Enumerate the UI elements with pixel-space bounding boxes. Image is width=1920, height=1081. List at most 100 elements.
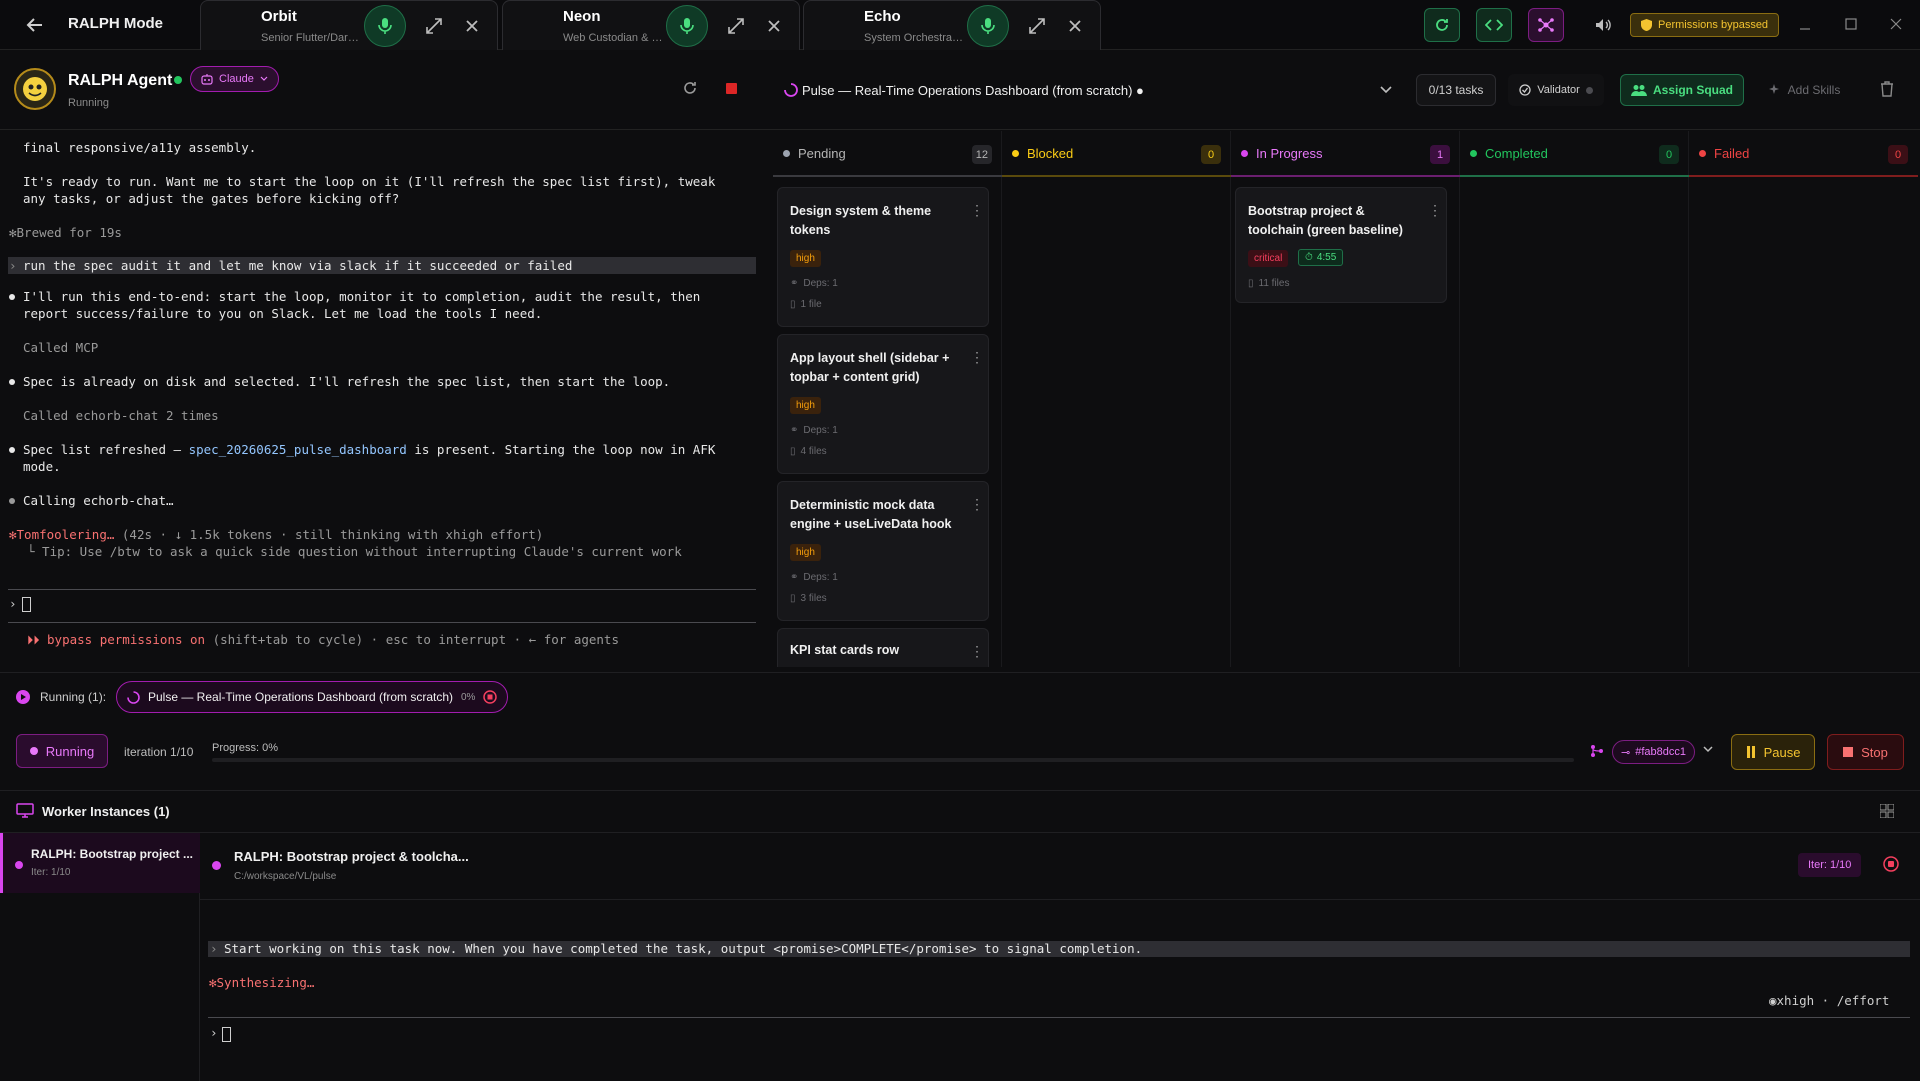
worker-prompt: Start working on this task now. When you… xyxy=(224,941,1143,956)
terminal-line: report success/failure to you on Slack. … xyxy=(23,306,543,321)
chevron-down-icon xyxy=(260,76,268,82)
more-options-icon[interactable]: ⋮ xyxy=(970,350,984,364)
agent-tab-name: Echo xyxy=(864,8,901,25)
task-card[interactable]: Bootstrap project & toolchain (green bas… xyxy=(1235,187,1447,303)
running-status-button[interactable]: Running xyxy=(16,734,108,768)
more-options-icon[interactable]: ⋮ xyxy=(970,497,984,511)
refresh-button[interactable] xyxy=(1424,8,1460,42)
permissions-badge: Permissions bypassed xyxy=(1630,13,1780,37)
task-card[interactable]: App layout shell (sidebar + topbar + con… xyxy=(777,334,989,474)
stop-agent-button[interactable] xyxy=(726,83,737,94)
add-skills-button[interactable]: Add Skills xyxy=(1756,74,1852,106)
add-skills-label: Add Skills xyxy=(1787,83,1841,97)
workers-header: Worker Instances (1) xyxy=(0,790,1920,832)
column-count: 1 xyxy=(1430,145,1450,164)
running-label: Running (1): xyxy=(40,690,107,704)
files-meta: ▯ 11 files xyxy=(1248,278,1290,289)
microphone-icon[interactable] xyxy=(666,5,708,47)
terminal-input[interactable] xyxy=(22,597,31,612)
close-icon[interactable] xyxy=(461,15,483,37)
spec-link[interactable]: spec_20260625_pulse_dashboard xyxy=(189,442,407,457)
deps-meta: ⚭ Deps: 1 xyxy=(790,572,838,583)
more-options-icon[interactable]: ⋮ xyxy=(1428,203,1442,217)
task-card[interactable]: Deterministic mock data engine + useLive… xyxy=(777,481,989,621)
column-in-progress: In Progress 1 Bootstrap project & toolch… xyxy=(1231,131,1460,667)
restart-icon[interactable] xyxy=(682,80,698,96)
timer-icon: ⏱ xyxy=(1305,252,1313,263)
task-count: 0/13 tasks xyxy=(1416,74,1496,106)
more-options-icon[interactable]: ⋮ xyxy=(970,203,984,217)
chevron-down-icon[interactable] xyxy=(1380,86,1392,94)
divider xyxy=(8,622,756,623)
priority-tag: high xyxy=(790,250,821,267)
iteration-label: iteration 1/10 xyxy=(124,745,194,759)
expand-icon[interactable] xyxy=(423,15,445,37)
stop-label: Stop xyxy=(1861,744,1888,760)
agent-tab-role: Senior Flutter/Dart Engineer xyxy=(261,32,361,44)
link-icon: ⚭ xyxy=(790,572,799,583)
agent-terminal[interactable]: final responsive/a11y assembly. It's rea… xyxy=(0,131,770,663)
users-icon xyxy=(1630,84,1647,96)
window-close-icon[interactable] xyxy=(1886,14,1906,34)
divider xyxy=(208,1017,1910,1018)
stop-button[interactable]: Stop xyxy=(1827,734,1904,770)
status-dot xyxy=(1012,149,1019,157)
speaker-icon[interactable] xyxy=(1594,16,1612,34)
effort-line: ◉xhigh · /effort xyxy=(1769,993,1890,1008)
stop-circle-icon[interactable] xyxy=(483,690,498,704)
stop-icon xyxy=(1843,747,1854,757)
close-icon[interactable] xyxy=(763,15,785,37)
column-count: 12 xyxy=(971,145,992,164)
expand-icon[interactable] xyxy=(1026,15,1048,37)
validator-toggle[interactable]: Validator xyxy=(1508,74,1604,106)
running-spec-pill[interactable]: Pulse — Real-Time Operations Dashboard (… xyxy=(116,681,509,713)
close-icon[interactable] xyxy=(1064,15,1086,37)
chevron-down-icon[interactable] xyxy=(1703,746,1713,753)
worker-iter-badge: Iter: 1/10 xyxy=(1798,853,1862,877)
priority-tag: critical xyxy=(1248,250,1289,267)
spec-selector[interactable]: Pulse — Real-Time Operations Dashboard (… xyxy=(802,83,1144,98)
worker-terminal-input[interactable] xyxy=(222,1027,231,1042)
squad-network-button[interactable] xyxy=(1528,8,1564,42)
workers-panel: RALPH: Bootstrap project ... Iter: 1/10 … xyxy=(0,832,1920,1081)
worker-list-item[interactable]: RALPH: Bootstrap project ... Iter: 1/10 xyxy=(0,833,200,893)
workers-title: Worker Instances (1) xyxy=(42,804,170,819)
column-failed: Failed 0 xyxy=(1689,131,1918,667)
prompt-chevron-icon: › xyxy=(9,258,17,273)
agent-status: Running xyxy=(68,97,109,109)
maximize-icon[interactable] xyxy=(1841,14,1861,34)
task-card[interactable]: Design system & theme tokens ⋮ high ⚭ Dep… xyxy=(777,187,989,327)
task-card[interactable]: KPI stat cards row ⋮ xyxy=(777,628,989,667)
agent-tab-name: Neon xyxy=(563,8,601,25)
divider xyxy=(200,899,1920,900)
task-title: Design system & theme tokens xyxy=(790,204,932,237)
microphone-icon[interactable] xyxy=(364,5,406,47)
back-arrow-icon[interactable] xyxy=(24,14,46,36)
terminal-line: It's ready to run. Want me to start the … xyxy=(23,174,716,189)
prompt-chevron-icon: › xyxy=(210,1025,218,1040)
code-button[interactable] xyxy=(1476,8,1512,42)
worker-list: RALPH: Bootstrap project ... Iter: 1/10 xyxy=(0,833,200,1081)
commit-badge[interactable]: ⊸ #fab8dcc1 xyxy=(1612,740,1695,764)
sparkles-icon xyxy=(1768,83,1782,97)
stop-circle-icon[interactable] xyxy=(1883,856,1899,872)
column-count: 0 xyxy=(1659,145,1679,164)
file-icon: ▯ xyxy=(790,299,796,310)
model-selector[interactable]: Claude xyxy=(190,66,279,92)
expand-icon[interactable] xyxy=(725,15,747,37)
more-options-icon[interactable]: ⋮ xyxy=(970,644,984,658)
running-status-label: Running xyxy=(45,743,95,759)
worker-item-iter: Iter: 1/10 xyxy=(31,867,71,878)
trash-icon[interactable] xyxy=(1880,81,1894,97)
grid-icon[interactable] xyxy=(1880,804,1894,818)
minimize-icon[interactable] xyxy=(1795,14,1815,34)
column-count: 0 xyxy=(1888,145,1908,164)
pause-button[interactable]: Pause xyxy=(1731,734,1815,770)
sparkle-icon: ✻ xyxy=(209,975,217,990)
microphone-icon[interactable] xyxy=(967,5,1009,47)
monitor-icon xyxy=(16,803,34,818)
agent-tab-name: Orbit xyxy=(261,8,297,25)
assign-squad-label: Assign Squad xyxy=(1652,83,1733,97)
assign-squad-button[interactable]: Assign Squad xyxy=(1620,74,1744,106)
play-circle-icon xyxy=(16,690,30,704)
